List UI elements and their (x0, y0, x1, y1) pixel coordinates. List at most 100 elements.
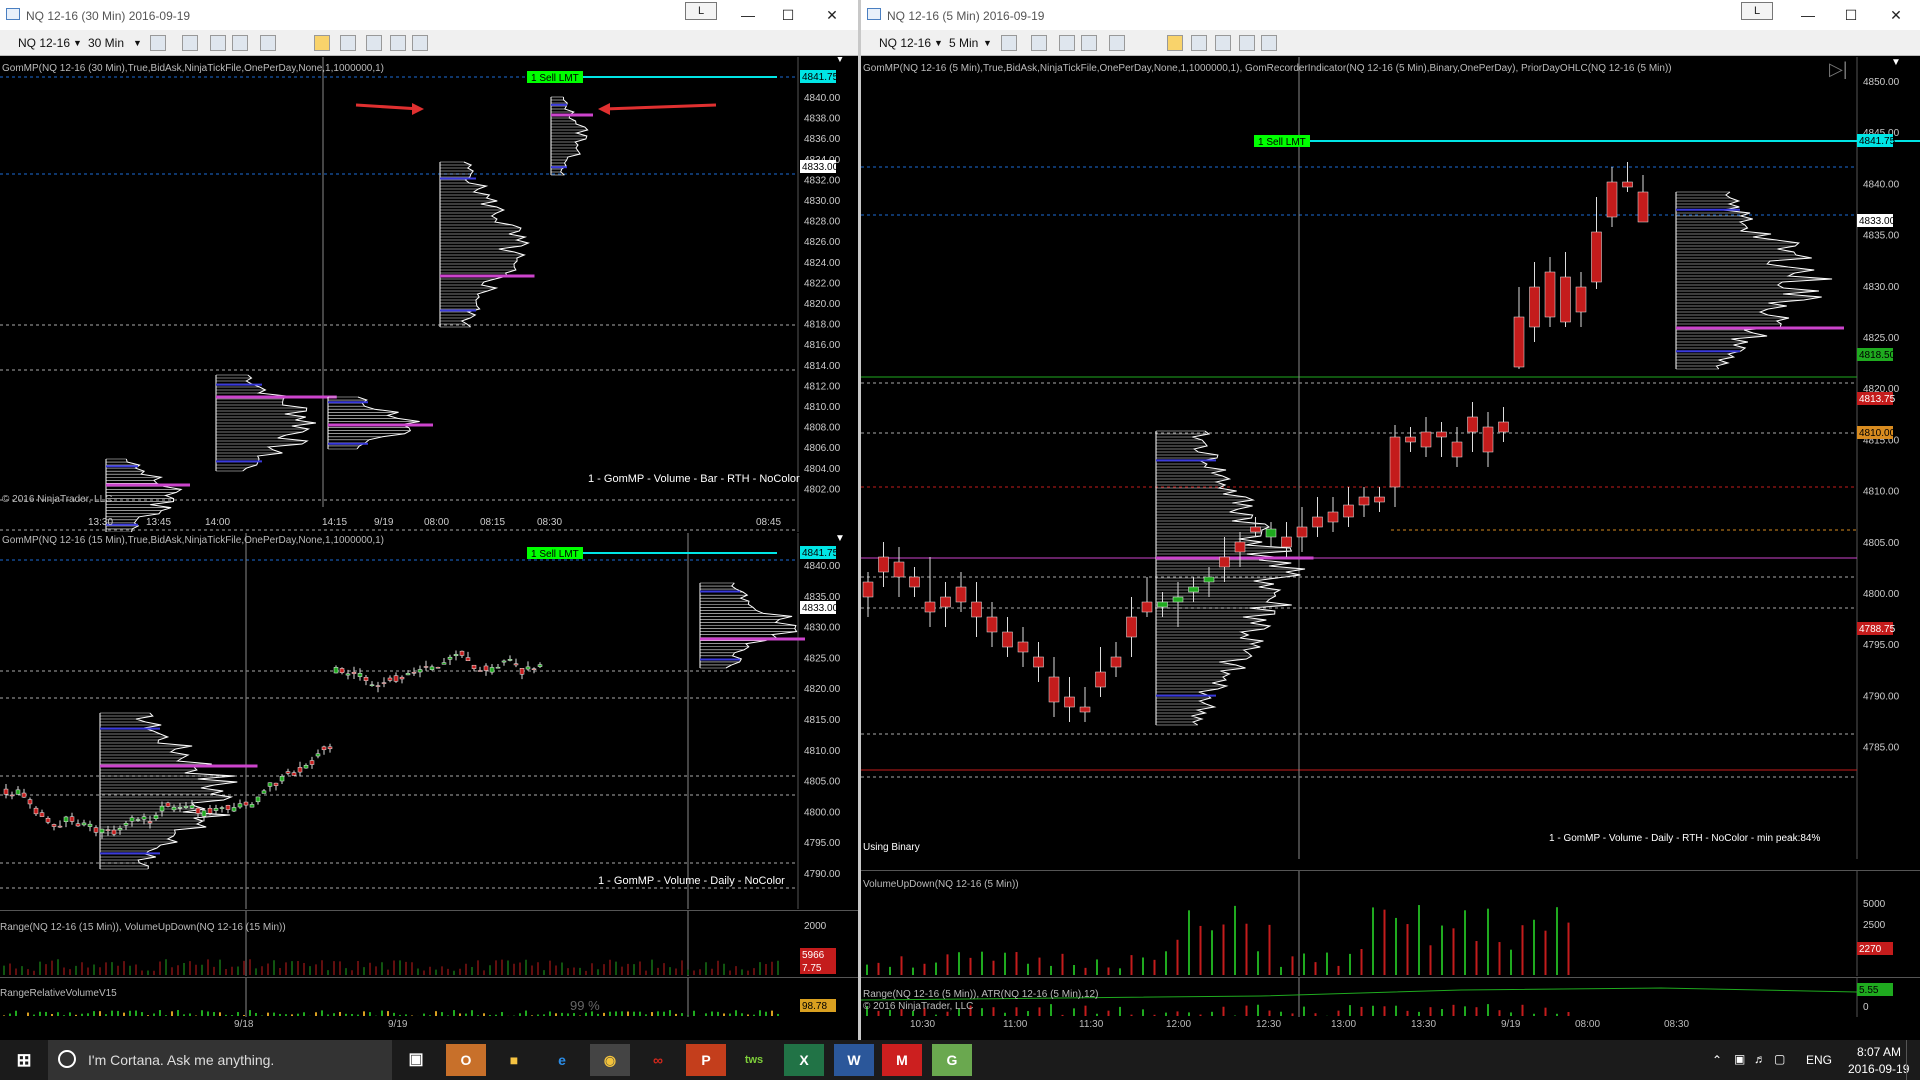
close-icon[interactable]: ✕ (810, 0, 854, 30)
chevron-down-icon[interactable]: ▼ (133, 34, 142, 52)
candle-5m-body (1188, 586, 1199, 593)
data-box-icon[interactable] (1191, 35, 1207, 51)
outlook-icon[interactable]: O (446, 1044, 486, 1076)
cortana-placeholder: I'm Cortana. Ask me anything. (88, 1052, 275, 1068)
right-main-chart-canvas[interactable]: 4850.004845.004840.004835.004830.004825.… (861, 57, 1920, 859)
maximize-icon[interactable]: ☐ (1829, 0, 1873, 30)
app-g-icon[interactable]: G (932, 1044, 972, 1076)
candle-5m-body (1110, 656, 1122, 668)
maximize-icon[interactable]: ☐ (766, 0, 810, 30)
y-tick-label: 4850.00 (1863, 77, 1900, 88)
chart-trader-icon[interactable] (1167, 35, 1183, 51)
left-top-chart-canvas[interactable]: 4840.004838.004836.004834.004832.004830.… (0, 57, 858, 532)
chevron-down-icon[interactable]: ▼ (934, 34, 943, 52)
left-instrument-selector[interactable]: NQ 12-16 (18, 34, 70, 52)
relvol-overlay-label: 99 % (570, 998, 600, 1013)
chart-trader-icon[interactable] (314, 35, 330, 51)
show-desktop-button[interactable] (1906, 1040, 1912, 1080)
left-interval-selector[interactable]: 30 Min (88, 34, 124, 52)
volume-icon[interactable]: ♬ (1754, 1052, 1766, 1066)
file-explorer-icon[interactable]: ■ (494, 1044, 534, 1076)
powerpoint-icon[interactable]: P (686, 1044, 726, 1076)
action-center-icon[interactable]: ▢ (1774, 1052, 1785, 1066)
price-axis-bg (800, 57, 858, 532)
pencil-icon[interactable] (1031, 35, 1047, 51)
language-indicator[interactable]: ENG (1806, 1053, 1832, 1067)
left-title-bar[interactable]: NQ 12-16 (30 Min) 2016-09-19 L — ☐ ✕ (0, 0, 860, 30)
right-main-chart-panel[interactable]: 4850.00 4845.00 4840.00 4835.00 4830.00 4825.… (861, 57, 1920, 859)
task-view-icon[interactable]: ▣ (396, 1044, 436, 1076)
network-icon[interactable]: ▣ (1734, 1052, 1745, 1066)
ninjatrader-taskbar-icon[interactable]: ∞ (638, 1044, 678, 1076)
chevron-down-icon[interactable]: ▼ (983, 34, 992, 52)
range-tag: 7.75 (802, 963, 822, 974)
indicator-icon[interactable] (210, 35, 226, 51)
right-link-button[interactable]: L (1741, 2, 1773, 20)
x-tick-label: 11:00 (1003, 1019, 1028, 1030)
candle-15m-body (69, 816, 75, 822)
left-range-pane[interactable]: 2000 5966 7.75 Range(NQ 12-16 (15 Min)), V… (0, 910, 860, 976)
edge-icon[interactable]: e (542, 1044, 582, 1076)
clock-date[interactable]: 2016-09-19 (1848, 1062, 1909, 1076)
candle-15m-body (483, 665, 489, 671)
windows-start-icon[interactable]: ⊞ (4, 1044, 44, 1076)
candle-5m-body (893, 561, 905, 578)
left-top-chart-panel[interactable]: 4840.004838.004836.004834.004832.004830.… (0, 57, 860, 532)
chart-style-icon[interactable] (150, 35, 166, 51)
y-tick-label: 4814.00 (804, 361, 841, 372)
atr-tag: 5.55 (1859, 985, 1879, 996)
chart-style-icon[interactable] (1001, 35, 1017, 51)
right-interval-selector[interactable]: 5 Min (949, 34, 978, 52)
candle-5m-body (1420, 431, 1432, 448)
candle-15m-body (99, 828, 105, 833)
chevron-down-icon[interactable]: ▼ (73, 34, 82, 52)
cortana-search-box[interactable]: I'm Cortana. Ask me anything. (48, 1040, 392, 1080)
word-icon[interactable]: W (834, 1044, 874, 1076)
tray-chevron-icon[interactable]: ⌃ (1712, 1053, 1722, 1067)
screenshot-icon[interactable] (366, 35, 382, 51)
properties-icon[interactable] (390, 35, 406, 51)
tws-icon[interactable]: tws (734, 1044, 774, 1076)
properties-icon[interactable] (1239, 35, 1255, 51)
left-relvol-pane[interactable]: 98.78 RangeRelativeVolumeV15 99 % (0, 977, 860, 1017)
data-box-icon[interactable] (340, 35, 356, 51)
cursor-icon[interactable] (260, 35, 276, 51)
candle-5m-body (1637, 191, 1649, 223)
candle-15m-body (39, 812, 45, 817)
candle-15m-body (153, 815, 159, 819)
x-tick-label: 9/19 (1501, 1019, 1521, 1030)
excel-icon[interactable]: X (784, 1044, 824, 1076)
close-icon[interactable]: ✕ (1874, 0, 1918, 30)
candle-15m-body (531, 668, 537, 670)
template-icon[interactable] (412, 35, 428, 51)
chrome-icon[interactable]: ◉ (590, 1044, 630, 1076)
range-tag: 5966 (802, 950, 825, 961)
strategy-icon[interactable] (232, 35, 248, 51)
pencil-icon[interactable] (182, 35, 198, 51)
minimize-icon[interactable]: — (1786, 0, 1830, 30)
candle-5m-body (1017, 641, 1029, 653)
app-m-icon[interactable]: M (882, 1044, 922, 1076)
cursor-icon[interactable] (1109, 35, 1125, 51)
right-instrument-selector[interactable]: NQ 12-16 (879, 34, 931, 52)
candle-5m-body (1250, 526, 1261, 533)
y-tick-label: 4795.00 (804, 838, 841, 849)
candle-15m-body (87, 823, 93, 827)
indicator-icon[interactable] (1059, 35, 1075, 51)
strategy-icon[interactable] (1081, 35, 1097, 51)
screenshot-icon[interactable] (1215, 35, 1231, 51)
right-volume-pane[interactable]: 5000250002270 VolumeUpDown(NQ 12-16 (5 M… (861, 870, 1920, 976)
left-mid-chart-canvas[interactable]: 4840.004835.004830.004825.004820.004815.… (0, 533, 858, 909)
template-icon[interactable] (1261, 35, 1277, 51)
clock-time[interactable]: 8:07 AM (1857, 1045, 1901, 1059)
candle-15m-body (267, 782, 273, 787)
candle-15m-body (339, 668, 345, 673)
candle-15m-body (225, 805, 231, 810)
minimize-icon[interactable]: — (726, 0, 770, 30)
right-range-pane[interactable]: 505.55 Range(NQ 12-16 (5 Min)), ATR(NQ 1… (861, 977, 1920, 1017)
left-link-button[interactable]: L (685, 2, 717, 20)
right-title-bar[interactable]: NQ 12-16 (5 Min) 2016-09-19 L — ☐ ✕ (861, 0, 1920, 30)
x-tick-label: 12:00 (1166, 1019, 1192, 1030)
current-price-tag: 4833.00 (802, 162, 839, 173)
left-mid-chart-panel[interactable]: 4840.00 4835.00 4830.00 4825.00 4820.00 4815.… (0, 533, 860, 909)
